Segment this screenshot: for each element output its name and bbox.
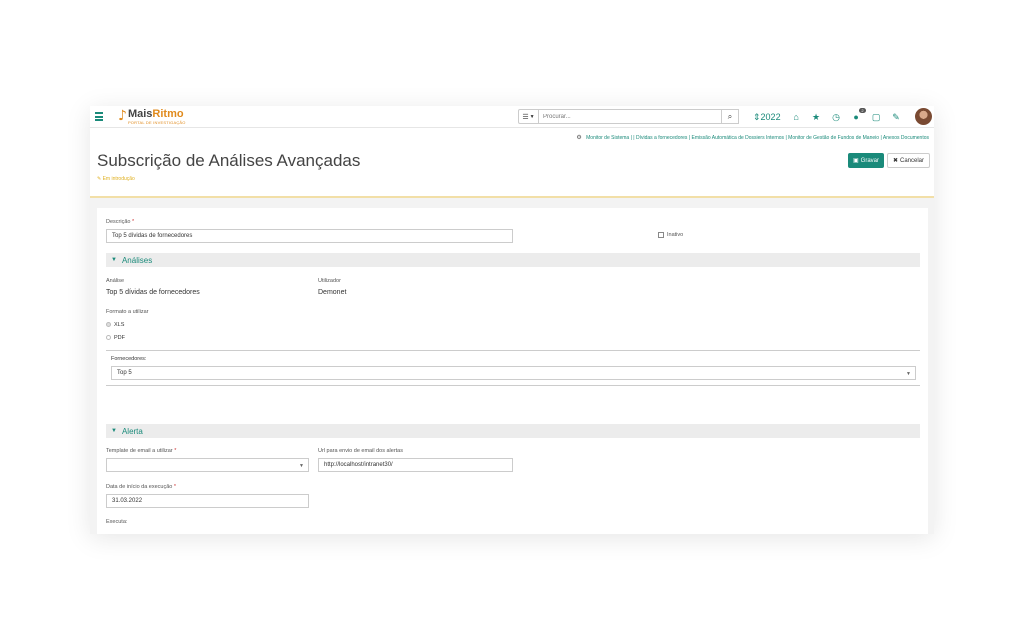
hamburger-menu-icon[interactable] [95, 112, 103, 121]
search-group: ☰▼ ⌕ [518, 109, 739, 124]
inativo-checkbox[interactable] [658, 232, 664, 238]
caret-down-icon: ▼ [299, 463, 304, 469]
breadcrumb-item[interactable]: Anexos Documentos [883, 135, 929, 141]
descricao-label: Descrição * [106, 219, 135, 225]
app-logo[interactable]: ♪ MaisRitmo PORTAL DE INVESTIGAÇÃO [118, 108, 186, 126]
floppy-icon: ▣ [852, 158, 859, 164]
search-icon: ⌕ [727, 111, 733, 121]
search-mode-dropdown[interactable]: ☰ ▼ [518, 109, 539, 124]
top-navbar: ♪ MaisRitmo PORTAL DE INVESTIGAÇÃO ☰▼ ⌕ … [90, 106, 934, 128]
template-label: Template de email a utilizar * [106, 448, 177, 454]
nav-icons: ⇕2022 ⌂ ★ ◷ ● 2 ▢ ✎ [753, 108, 912, 124]
search-button[interactable]: ⌕ [722, 109, 739, 124]
data-inicio-input[interactable]: 31.03.2022 [106, 494, 309, 508]
caret-down-icon: ▼ [529, 113, 535, 120]
chevron-down-icon: ▼ [111, 428, 117, 434]
radio-pdf-label: PDF [114, 335, 125, 341]
url-label: Url para envio de email dos alertas [318, 448, 403, 454]
url-input[interactable]: http://localhost/intranet30/ [318, 458, 513, 472]
status-badge: ✎ Em introdução [97, 176, 135, 182]
utilizador-value: Demonet [318, 289, 347, 296]
executa-label: Executa: [106, 519, 128, 525]
breadcrumb-item[interactable]: Monitor de Gestão de Fundos de Maneio [788, 135, 879, 141]
app-window: ♪ MaisRitmo PORTAL DE INVESTIGAÇÃO ☰▼ ⌕ … [90, 106, 934, 534]
search-input[interactable] [539, 109, 722, 124]
sort-icon: ⇕ [753, 111, 761, 122]
calendar-icon[interactable]: ▢ [872, 112, 881, 123]
divider [106, 385, 920, 386]
notification-badge: 2 [859, 108, 866, 113]
divider [106, 350, 920, 351]
caret-down-icon: ▼ [906, 371, 911, 377]
user-avatar[interactable] [915, 108, 932, 125]
analise-value: Top 5 dívidas de fornecedores [106, 289, 200, 296]
breadcrumb-item[interactable]: Monitor de Sistema [586, 135, 629, 141]
data-inicio-label: Data de início da execução * [106, 484, 177, 490]
radio-xls-label: XLS [114, 322, 125, 328]
breadcrumb-item[interactable]: Emissão Automática de Dossiers Internos [692, 135, 785, 141]
year-selector[interactable]: ⇕2022 [753, 112, 781, 123]
fornecedores-label: Fornecedores: [111, 356, 147, 362]
page-header: ⚙ Monitor de Sistema | | Dívidas a forne… [90, 128, 934, 198]
inativo-label: Inativo [667, 232, 684, 238]
analises-section-header[interactable]: ▼ Análises [106, 253, 920, 267]
analise-label: Análise [106, 278, 125, 284]
music-note-icon: ♪ [118, 108, 127, 124]
radio-pdf[interactable] [106, 335, 111, 340]
star-icon[interactable]: ★ [812, 112, 821, 123]
list-icon: ☰ [522, 113, 529, 121]
breadcrumb-item[interactable]: Dívidas a fornecedores [636, 135, 687, 141]
close-icon: ✖ [892, 158, 898, 164]
page-title: Subscrição de Análises Avançadas [97, 151, 361, 170]
gear-icon: ⚙ [576, 135, 582, 141]
logo-text-ritmo: Ritmo [152, 108, 184, 120]
formato-label: Formato a utilizar [106, 309, 149, 315]
clock-icon[interactable]: ◷ [832, 112, 841, 123]
radio-xls[interactable] [106, 322, 111, 327]
cancel-button[interactable]: ✖ Cancelar [887, 153, 930, 168]
alerta-section-header[interactable]: ▼ Alerta [106, 424, 920, 438]
chat-icon[interactable]: ● 2 [852, 108, 866, 122]
form-card: Descrição * Top 5 dívidas de fornecedore… [97, 208, 928, 534]
edit-icon: ✎ [97, 176, 102, 182]
save-button[interactable]: ▣ Gravar [848, 153, 884, 168]
breadcrumb: ⚙ Monitor de Sistema | | Dívidas a forne… [576, 135, 929, 141]
logo-subtitle: PORTAL DE INVESTIGAÇÃO [127, 120, 186, 125]
template-select[interactable]: ▼ [106, 458, 309, 472]
descricao-input[interactable]: Top 5 dívidas de fornecedores [106, 229, 513, 243]
wrench-icon[interactable]: ✎ [892, 112, 901, 123]
chevron-down-icon: ▼ [111, 257, 117, 263]
fornecedores-select[interactable]: Top 5 ▼ [111, 366, 916, 380]
home-icon[interactable]: ⌂ [792, 112, 801, 122]
logo-text-mais: Mais [127, 108, 153, 120]
utilizador-label: Utilizador [318, 278, 341, 284]
